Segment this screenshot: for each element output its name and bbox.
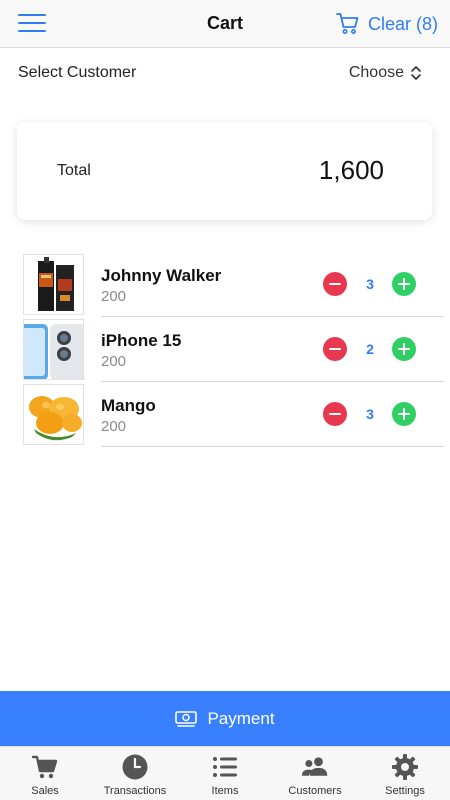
total-card: Total 1,600: [17, 122, 432, 220]
minus-icon: [329, 348, 341, 350]
item-quantity: 2: [366, 341, 374, 357]
customer-selector-row: Select Customer Choose: [18, 60, 422, 86]
list-icon: [213, 757, 237, 777]
item-quantity: 3: [366, 406, 374, 422]
minus-icon: [329, 283, 341, 285]
clock-icon: [122, 754, 148, 780]
bottom-tab-bar: Sales Transactions Items Customers Setti…: [0, 746, 450, 800]
clear-cart-label: Clear (8): [367, 13, 438, 34]
tab-customers[interactable]: Customers: [270, 747, 360, 800]
item-name: Johnny Walker: [101, 266, 222, 285]
whisky-bottle-image: [24, 255, 83, 314]
cart-item-row[interactable]: iPhone 15 200 2: [0, 317, 450, 382]
total-value: 1,600: [318, 155, 384, 185]
item-name: Mango: [101, 396, 156, 415]
item-price: 200: [101, 288, 127, 305]
mango-image: [24, 385, 83, 444]
product-thumbnail-whisky: [23, 254, 84, 315]
chevron-up-down-icon: [411, 66, 421, 80]
total-label: Total: [57, 162, 91, 179]
clear-cart-button[interactable]: Clear (8): [336, 12, 438, 36]
product-thumbnail-iphone: [23, 319, 84, 380]
tab-label: Transactions: [103, 785, 167, 797]
item-price: 200: [101, 418, 127, 435]
cart-item-row[interactable]: Johnny Walker 200 3: [0, 252, 450, 317]
decrease-quantity-button[interactable]: [323, 272, 347, 296]
tab-label: Sales: [31, 785, 59, 797]
item-price: 200: [101, 353, 127, 370]
tab-label: Customers: [288, 785, 342, 797]
payment-button[interactable]: Payment: [0, 691, 450, 746]
payment-label: Payment: [207, 708, 275, 728]
plus-icon-vertical: [403, 343, 405, 355]
people-icon: [301, 757, 328, 776]
decrease-quantity-button[interactable]: [323, 402, 347, 426]
increase-quantity-button[interactable]: [392, 337, 416, 361]
tab-items[interactable]: Items: [180, 747, 270, 800]
decrease-quantity-button[interactable]: [323, 337, 347, 361]
tab-label: Items: [211, 785, 239, 797]
plus-icon-vertical: [403, 408, 405, 420]
cash-icon: [175, 710, 198, 727]
item-name: iPhone 15: [101, 331, 182, 350]
customer-select-value: Choose: [348, 64, 404, 81]
cart-icon: [31, 755, 58, 779]
product-thumbnail-mango: [23, 384, 84, 445]
increase-quantity-button[interactable]: [392, 402, 416, 426]
cart-item-row[interactable]: Mango 200 3: [0, 382, 450, 447]
tab-settings[interactable]: Settings: [360, 747, 450, 800]
increase-quantity-button[interactable]: [392, 272, 416, 296]
item-quantity: 3: [366, 276, 374, 292]
top-toolbar: Cart Clear (8): [0, 0, 450, 48]
select-customer-label: Select Customer: [18, 64, 137, 81]
iphone-image: [24, 320, 83, 379]
cart-item-list: Johnny Walker 200 3 iPhone 15 200 2 Mang…: [0, 252, 450, 447]
tab-transactions[interactable]: Transactions: [90, 747, 180, 800]
cart-outline-icon: [336, 13, 359, 34]
tab-sales[interactable]: Sales: [0, 747, 90, 800]
minus-icon: [329, 413, 341, 415]
gear-icon: [392, 754, 418, 780]
plus-icon-vertical: [403, 278, 405, 290]
tab-label: Settings: [385, 785, 425, 797]
row-divider: [101, 446, 444, 447]
customer-select[interactable]: Choose: [349, 64, 422, 82]
